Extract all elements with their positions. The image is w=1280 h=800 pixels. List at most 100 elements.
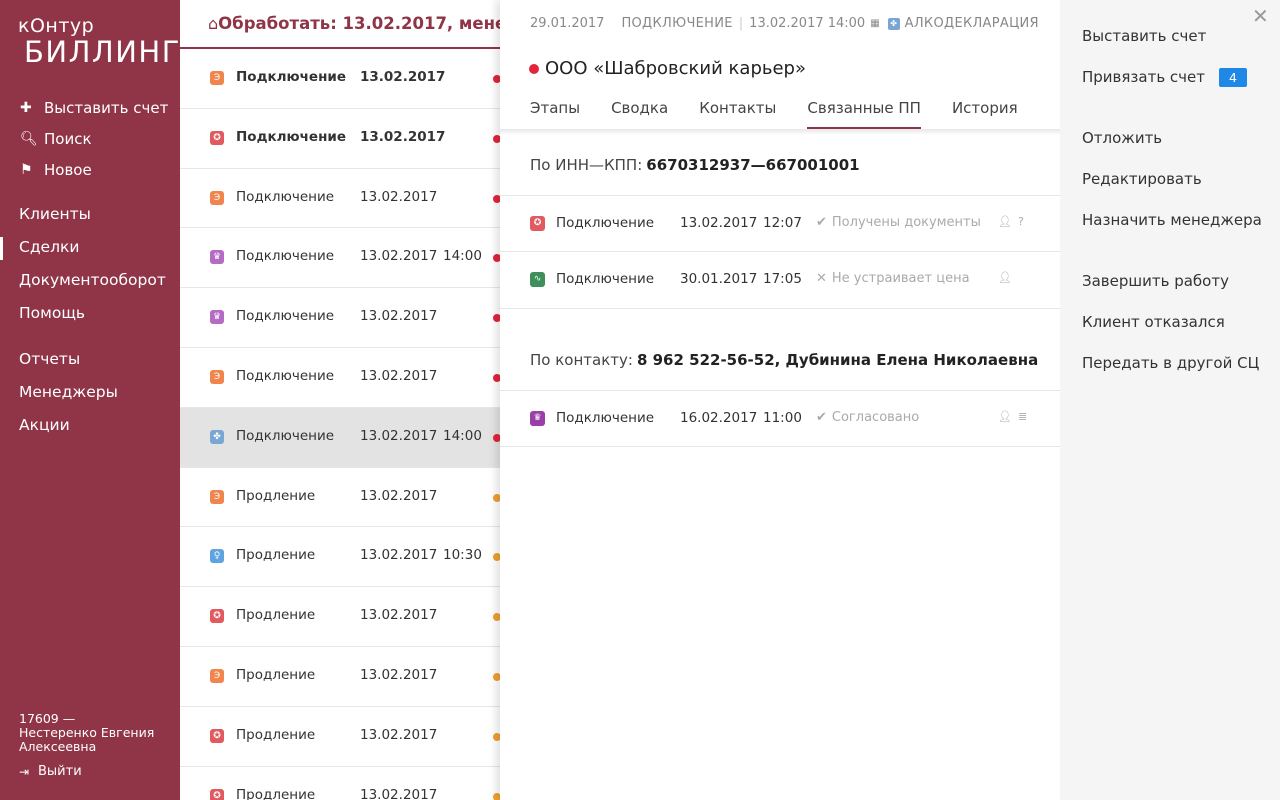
- status-dot: [493, 672, 500, 681]
- deal-product: АЛКОДЕКЛАРАЦИЯ: [904, 16, 1039, 31]
- deal-date: 13.02.2017: [360, 69, 446, 85]
- related-status: ✕ Не устраивает цена: [816, 271, 970, 286]
- deal-date: 13.02.2017: [360, 128, 446, 145]
- tab-summary[interactable]: Сводка: [611, 96, 668, 129]
- search-icon: 🔍︎: [20, 130, 38, 147]
- quick-label: Выставить счет: [44, 98, 169, 117]
- deal-row[interactable]: ♀ Продление 13.02.2017 10:30: [180, 527, 500, 588]
- quick-label: Поиск: [44, 129, 92, 148]
- action-transfer[interactable]: Передать в другой СЦ: [1082, 354, 1259, 372]
- action-edit[interactable]: Редактировать: [1082, 170, 1202, 188]
- user-icon[interactable]: 👤︎: [998, 410, 1012, 423]
- logout-label: Выйти: [38, 764, 82, 779]
- product-icon: ∿: [530, 272, 545, 287]
- deal-row[interactable]: Э Подключение 13.02.2017: [180, 49, 500, 109]
- action-finish[interactable]: Завершить работу: [1082, 272, 1229, 290]
- deal-type: Подключение: [236, 69, 347, 85]
- deal-time: 14:00: [443, 427, 482, 444]
- deal-date: 13.02.2017: [360, 308, 438, 325]
- deal-row[interactable]: Э Продление 13.02.2017: [180, 647, 500, 707]
- home-icon[interactable]: ⌂: [208, 14, 218, 33]
- deal-row[interactable]: Э Продление 13.02.2017: [180, 468, 500, 528]
- detail-tabs: Этапы Сводка Контакты Связанные ПП Истор…: [530, 96, 1049, 129]
- nav-clients[interactable]: Клиенты: [0, 198, 180, 231]
- user-name: Нестеренко Евгения Алексеевна: [19, 725, 155, 754]
- deal-datetime: 13.02.2017 14:00: [749, 16, 866, 31]
- deal-row[interactable]: ♛ Подключение 13.02.2017: [180, 288, 500, 348]
- deal-row[interactable]: ✤ Подключение 13.02.2017 14:00: [180, 407, 500, 468]
- calendar-icon[interactable]: ▦: [870, 18, 879, 29]
- deal-type: Подключение: [236, 188, 335, 205]
- deal-row[interactable]: Э Подключение 13.02.2017: [180, 348, 500, 408]
- help-icon[interactable]: ?: [1018, 215, 1024, 228]
- company-name[interactable]: ООО «Шабровский карьер»: [545, 58, 806, 79]
- nav-documents[interactable]: Документооборот: [0, 264, 180, 297]
- related-row[interactable]: ♛ Подключение 16.02.2017 11:00 ✔ Согласовано 👤…: [500, 390, 1060, 447]
- action-create-invoice[interactable]: Выставить счет: [1082, 27, 1206, 45]
- logo-bottom: БИЛЛИНГ: [24, 35, 181, 69]
- status-dot: [493, 75, 500, 83]
- deal-list: ⌂ Обработать: 13.02.2017, менеджер Э Подк…: [180, 0, 500, 800]
- nav-managers[interactable]: Менеджеры: [0, 376, 180, 409]
- related-type: Подключение: [556, 215, 655, 231]
- nav-help[interactable]: Помощь: [0, 297, 180, 330]
- product-icon: ♀: [210, 549, 224, 564]
- contact-label: По контакту:: [530, 351, 633, 369]
- quick-label: Новое: [44, 160, 92, 179]
- deal-type: Подключение: [236, 427, 335, 444]
- tab-stages[interactable]: Этапы: [530, 96, 580, 129]
- document-icon[interactable]: ≣: [1018, 410, 1027, 423]
- quick-new[interactable]: ⚑ Новое: [20, 154, 168, 185]
- inn-label: По ИНН—КПП:: [530, 156, 643, 174]
- deal-type: Продление: [236, 547, 316, 564]
- logout-button[interactable]: ⇥ Выйти: [19, 764, 82, 779]
- nav-promotions[interactable]: Акции: [0, 409, 180, 442]
- related-time: 11:00: [763, 410, 802, 426]
- status-dot: [493, 314, 500, 323]
- contact-section-heading: По контакту: 8 962 522-56-52, Дубинина Ел…: [530, 351, 1038, 369]
- tab-history[interactable]: История: [952, 96, 1018, 129]
- deal-row[interactable]: Э Подключение 13.02.2017: [180, 169, 500, 229]
- deal-detail-panel: 29.01.2017 ПОДКЛЮЧЕНИЕ | 13.02.2017 14:0…: [500, 0, 1060, 800]
- tab-contacts[interactable]: Контакты: [699, 96, 776, 129]
- related-row[interactable]: ∿ Подключение 30.01.2017 17:05 ✕ Не устраивае…: [500, 252, 1060, 309]
- list-header: ⌂ Обработать: 13.02.2017, менеджер: [180, 0, 500, 49]
- deal-date: 13.02.2017: [360, 547, 438, 564]
- product-icon: ♛: [530, 411, 545, 426]
- related-row[interactable]: ✪ Подключение 13.02.2017 12:07 ✔ Получены док…: [500, 195, 1060, 252]
- tab-related[interactable]: Связанные ПП: [807, 96, 921, 129]
- status-dot: [493, 553, 500, 562]
- product-icon: Э: [210, 71, 224, 85]
- deal-type: Продление: [236, 726, 316, 743]
- contact-value: 8 962 522-56-52, Дубинина Елена Николаев…: [636, 351, 1039, 369]
- actions-panel: ✕ Выставить счет Привязать счет 4 Отложит…: [1060, 0, 1280, 800]
- status-dot: [529, 63, 539, 74]
- product-icon: Э: [210, 190, 224, 205]
- deal-row[interactable]: ✪ Подключение 13.02.2017: [180, 109, 500, 169]
- close-icon[interactable]: ✕: [1252, 4, 1269, 28]
- deal-type: Подключение: [236, 248, 335, 265]
- action-assign-manager[interactable]: Назначить менеджера: [1082, 211, 1262, 229]
- nav-divider: [0, 330, 180, 343]
- action-link-invoice[interactable]: Привязать счет 4: [1082, 68, 1247, 87]
- user-icon[interactable]: 👤︎: [998, 271, 1012, 284]
- quick-search[interactable]: 🔍︎ Поиск: [20, 123, 168, 154]
- deal-date: 13.02.2017: [360, 367, 438, 384]
- deal-meta: 29.01.2017 ПОДКЛЮЧЕНИЕ | 13.02.2017 14:0…: [530, 16, 1039, 31]
- deal-row[interactable]: ✪ Продление 13.02.2017: [180, 707, 500, 767]
- nav-deals[interactable]: Сделки: [0, 231, 180, 264]
- user-icon[interactable]: 👤︎: [998, 215, 1012, 228]
- nav-reports[interactable]: Отчеты: [0, 343, 180, 376]
- related-date: 16.02.2017: [680, 410, 758, 426]
- action-postpone[interactable]: Отложить: [1082, 129, 1162, 147]
- status-dot: [493, 373, 500, 382]
- deal-row[interactable]: ✪ Продление 13.02.2017: [180, 587, 500, 647]
- deal-date: 13.02.2017: [360, 487, 438, 504]
- deal-row[interactable]: ♛ Подключение 13.02.2017 14:00: [180, 228, 500, 289]
- quick-create-invoice[interactable]: ✚ Выставить счет: [20, 92, 168, 123]
- deal-row[interactable]: ✪ Продление 13.02.2017: [180, 767, 500, 800]
- action-client-declined[interactable]: Клиент отказался: [1082, 313, 1225, 331]
- logo[interactable]: кОнтур БИЛЛИНГ: [18, 16, 181, 68]
- related-status: ✔ Согласовано: [816, 410, 919, 425]
- related-date: 13.02.2017: [680, 215, 758, 231]
